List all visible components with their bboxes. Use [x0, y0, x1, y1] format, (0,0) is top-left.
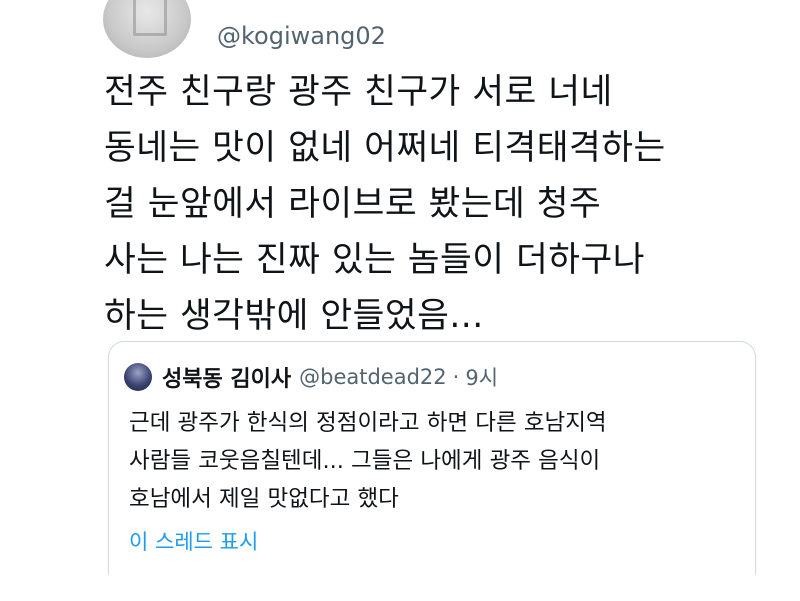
- quoted-tweet-line: 호남에서 제일 맛없다고 했다: [129, 486, 399, 512]
- tweet-line: 걸 눈앞에서 라이브로 봤는데 청주: [104, 184, 602, 224]
- author-avatar[interactable]: [103, 0, 191, 58]
- author-handle[interactable]: @kogiwang02: [217, 20, 386, 52]
- tweet-line: 동네는 맛이 없네 어쩌네 티격태격하는: [104, 128, 666, 168]
- quoted-tweet-header: 성북동 김이사 @beatdead22 · 9시: [124, 362, 498, 392]
- quoted-tweet-card[interactable]: 성북동 김이사 @beatdead22 · 9시 근데 광주가 한식의 정점이라…: [108, 341, 756, 575]
- tweet-text: 전주 친구랑 광주 친구가 서로 너네 동네는 맛이 없네 어쩌네 티격태격하는…: [104, 64, 774, 344]
- tweet-line: 전주 친구랑 광주 친구가 서로 너네: [104, 72, 613, 112]
- quoted-author-avatar[interactable]: [124, 363, 152, 391]
- quoted-author-name[interactable]: 성북동 김이사: [162, 361, 291, 393]
- quoted-tweet-line: 사람들 코웃음칠텐데... 그들은 나에게 광주 음식이: [129, 448, 601, 474]
- tweet-line: 하는 생각밖에 안들었음...: [104, 296, 484, 336]
- separator-dot: ·: [452, 365, 460, 389]
- quoted-tweet-time[interactable]: 9시: [465, 362, 498, 392]
- quoted-tweet-line: 근데 광주가 한식의 정점이라고 하면 다른 호남지역: [129, 410, 607, 436]
- quoted-author-handle[interactable]: @beatdead22: [299, 365, 447, 389]
- tweet-line: 사는 나는 진짜 있는 놈들이 더하구나: [104, 240, 645, 280]
- show-thread-link[interactable]: 이 스레드 표시: [129, 526, 258, 556]
- quoted-tweet-text: 근데 광주가 한식의 정점이라고 하면 다른 호남지역 사람들 코웃음칠텐데..…: [129, 404, 749, 518]
